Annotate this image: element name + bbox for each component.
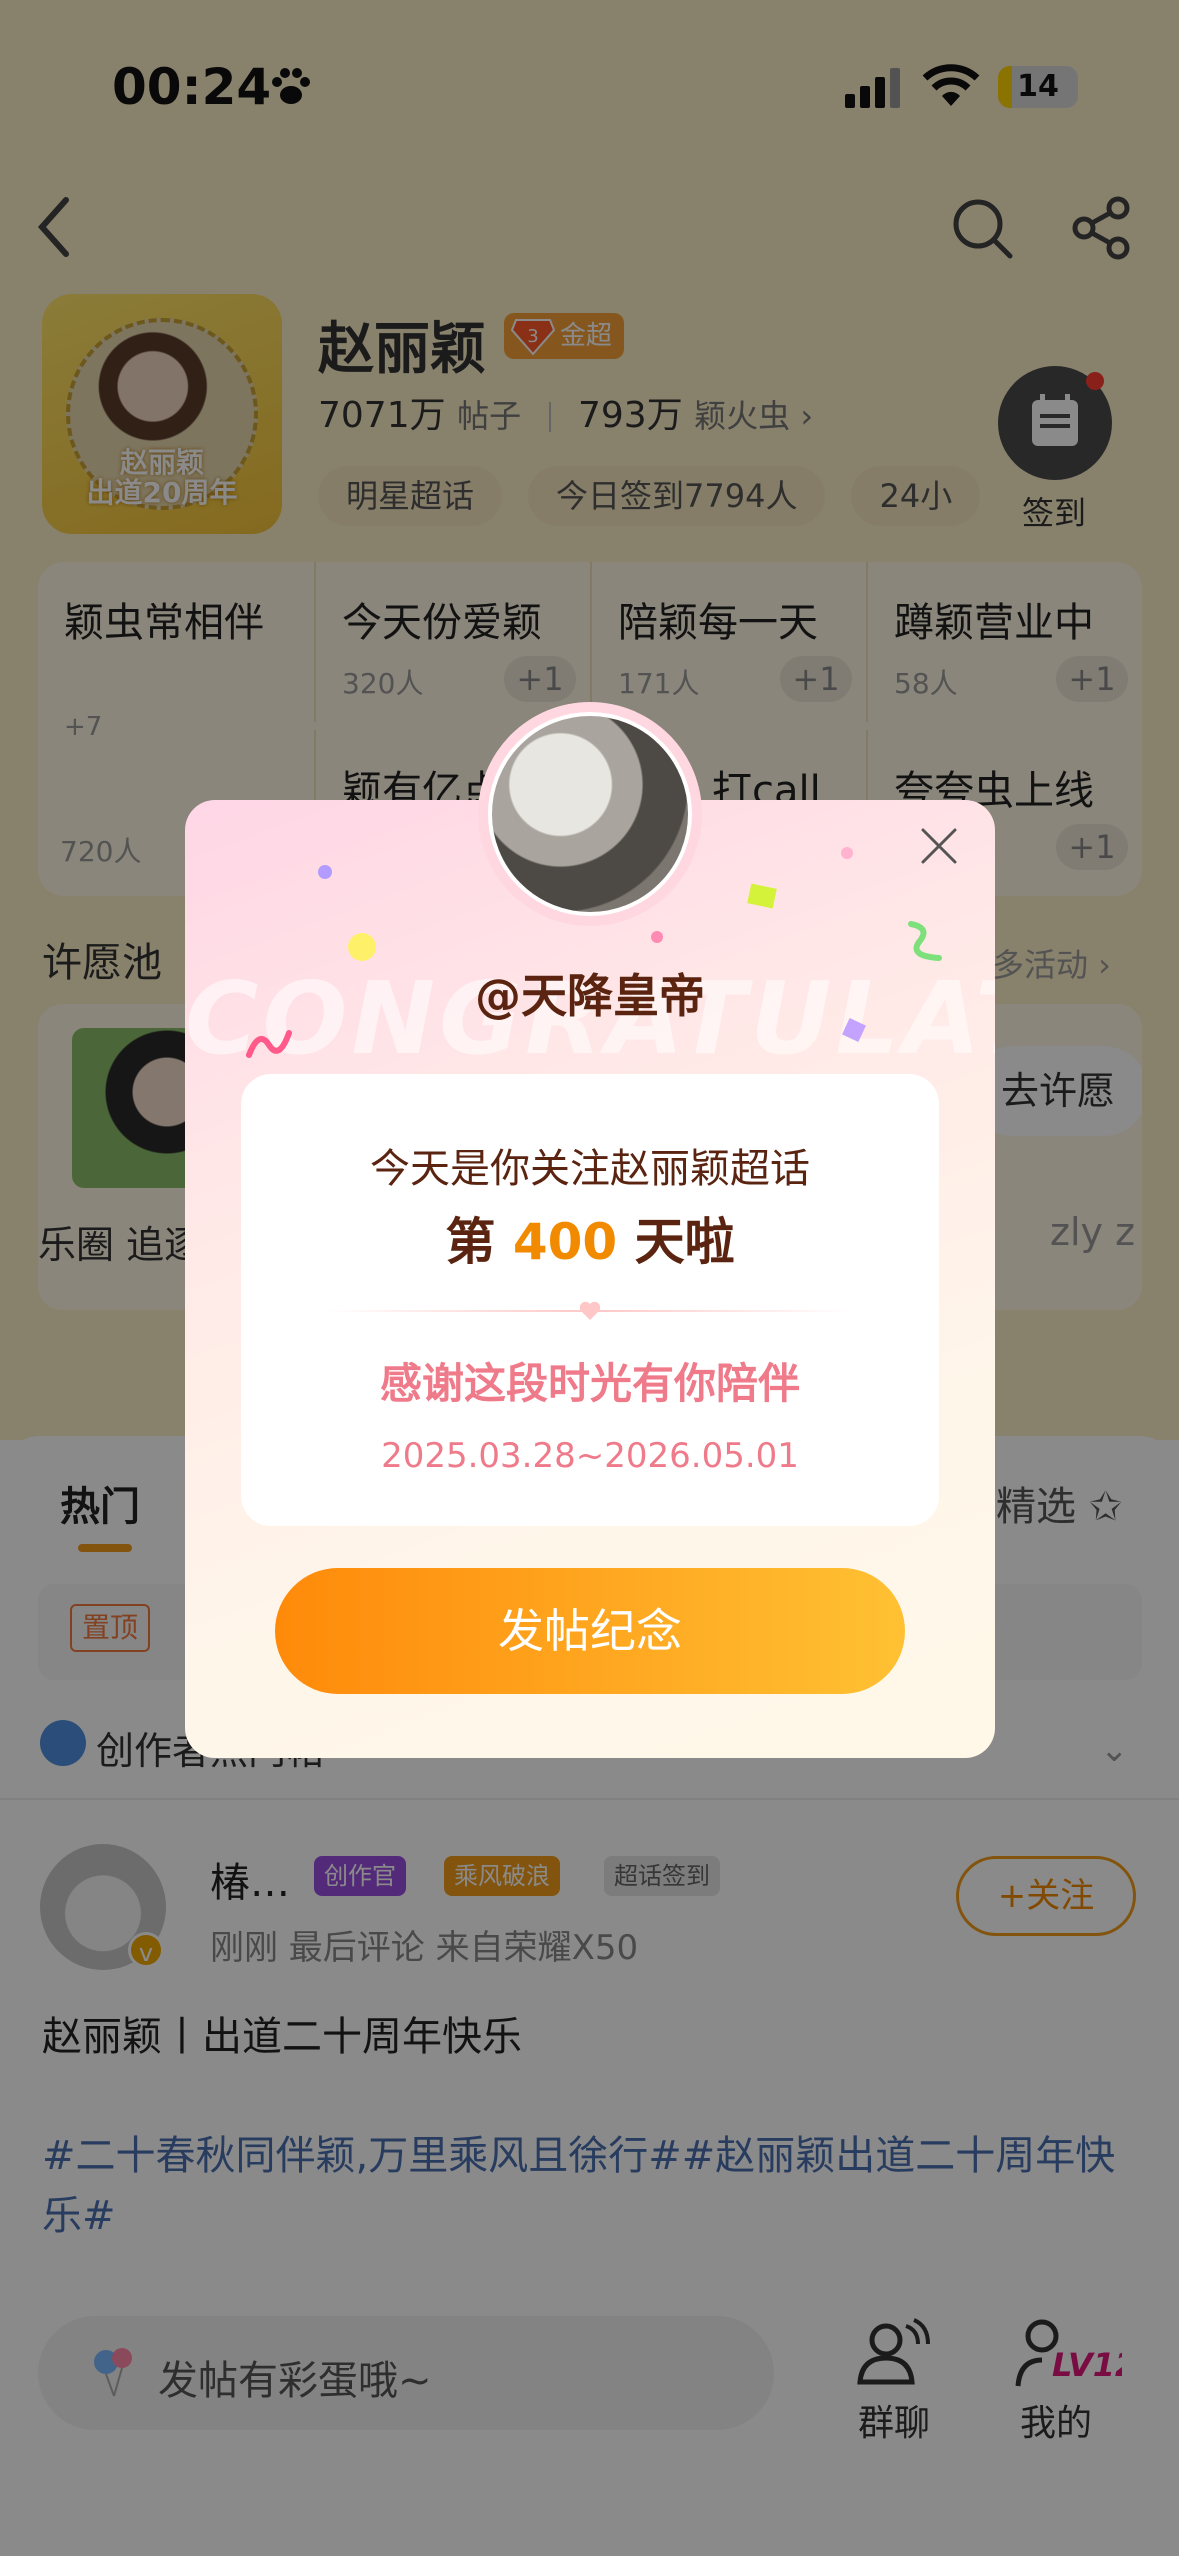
user-handle: @天降皇帝 — [475, 969, 705, 1023]
anniversary-modal: CONGRATULATE @天降皇帝 今天是你关注赵丽颖超话 第 400 天啦 … — [185, 800, 995, 1758]
confetti-square — [747, 883, 777, 909]
anniversary-card: 今天是你关注赵丽颖超话 第 400 天啦 感谢这段时光有你陪伴 2025.03.… — [241, 1074, 939, 1526]
follow-message: 今天是你关注赵丽颖超话 — [370, 1146, 810, 1192]
day-count: 400 — [512, 1213, 618, 1271]
thanks-message: 感谢这段时光有你陪伴 — [379, 1359, 800, 1408]
day-suffix: 天啦 — [617, 1213, 735, 1271]
day-count-line: 第 400 天啦 — [241, 1202, 939, 1274]
confetti-dot — [318, 865, 332, 879]
heart-icon — [579, 1301, 601, 1320]
avatar-photo — [488, 712, 692, 916]
confetti-dot — [651, 931, 663, 943]
date-range: 2025.03.28~2026.05.01 — [381, 1436, 799, 1476]
modal-user-avatar — [478, 702, 702, 926]
confetti-dot — [841, 847, 853, 859]
confetti-circle — [348, 933, 376, 961]
close-icon[interactable] — [919, 826, 959, 866]
post-commemorate-button[interactable]: 发帖纪念 — [275, 1568, 905, 1694]
day-prefix: 第 — [445, 1213, 513, 1271]
confetti-squiggle — [246, 1030, 292, 1058]
